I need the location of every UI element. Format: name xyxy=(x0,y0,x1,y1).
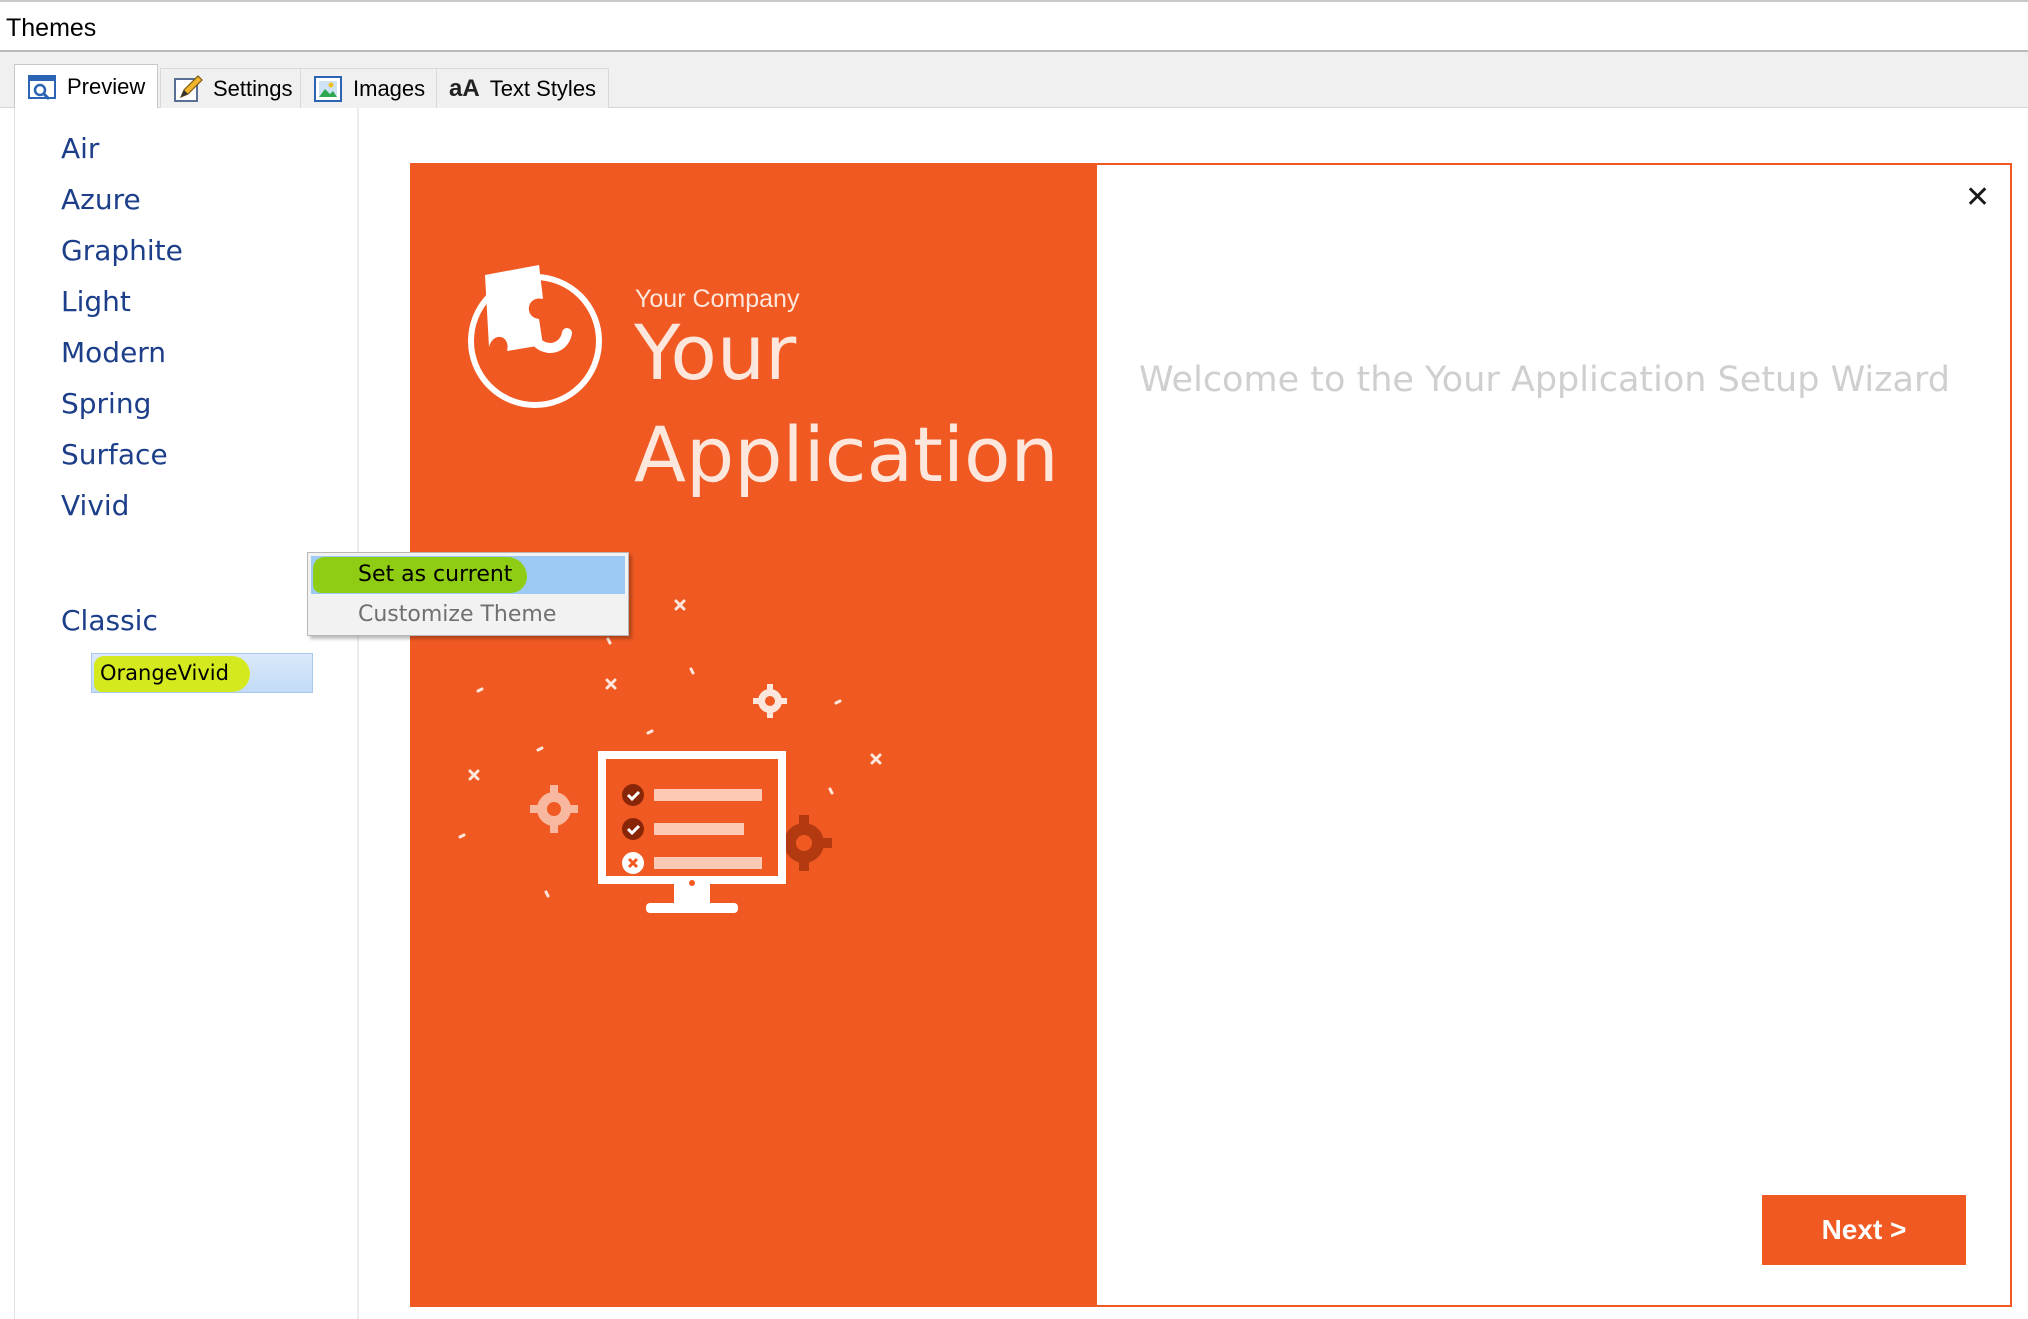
tab-images[interactable]: Images xyxy=(300,68,439,108)
image-icon xyxy=(313,74,343,104)
window-title-bar: Themes xyxy=(0,0,2028,52)
theme-item-classic[interactable]: Classic xyxy=(61,604,158,637)
theme-item-vivid[interactable]: Vivid xyxy=(61,489,129,522)
theme-item-graphite[interactable]: Graphite xyxy=(61,234,183,267)
text-styles-icon: aA xyxy=(449,74,480,102)
tab-label: Text Styles xyxy=(489,75,597,101)
tab-text-styles[interactable]: aA Text Styles xyxy=(436,68,610,108)
theme-item-label: OrangeVivid xyxy=(100,661,229,685)
welcome-heading: Welcome to the Your Application Setup Wi… xyxy=(1139,360,1950,400)
theme-item-air[interactable]: Air xyxy=(61,132,99,165)
puzzle-logo-icon xyxy=(468,265,602,408)
menu-item-label: Set as current xyxy=(358,562,513,587)
menu-item-set-as-current[interactable]: Set as current xyxy=(311,556,625,594)
tab-label: Settings xyxy=(213,75,293,101)
gear-icon xyxy=(753,684,787,718)
app-name-line1: Your xyxy=(634,308,797,397)
theme-item-spring[interactable]: Spring xyxy=(61,387,151,420)
menu-item-customize-theme[interactable]: Customize Theme xyxy=(358,602,556,627)
context-menu: Set as current Customize Theme xyxy=(307,552,629,636)
tab-settings[interactable]: Settings xyxy=(160,68,306,108)
theme-list-panel: Air Azure Graphite Light Modern Spring S… xyxy=(14,108,359,1319)
app-name-line2: Application xyxy=(634,410,1059,499)
theme-item-light[interactable]: Light xyxy=(61,285,131,318)
wizard-side-panel: Your Company Your Application xyxy=(412,165,1097,1305)
theme-item-surface[interactable]: Surface xyxy=(61,438,168,471)
gear-icon xyxy=(530,785,578,833)
theme-item-orangevivid[interactable]: OrangeVivid xyxy=(91,653,313,693)
theme-item-modern[interactable]: Modern xyxy=(61,336,166,369)
window-title: Themes xyxy=(6,14,97,42)
pencil-icon xyxy=(173,74,203,104)
tab-preview[interactable]: Preview xyxy=(14,64,159,109)
monitor-checklist-icon xyxy=(598,751,786,913)
preview-icon xyxy=(27,72,57,102)
close-icon[interactable]: ✕ xyxy=(1965,180,1990,215)
tab-strip: Preview Settings Images aA Text Styles xyxy=(0,52,2028,109)
theme-item-azure[interactable]: Azure xyxy=(61,183,141,216)
next-button[interactable]: Next > xyxy=(1762,1195,1966,1265)
tab-label: Images xyxy=(353,75,426,101)
wizard-preview: Your Company Your Application Welcome to… xyxy=(410,163,2012,1307)
tab-label: Preview xyxy=(67,74,146,99)
